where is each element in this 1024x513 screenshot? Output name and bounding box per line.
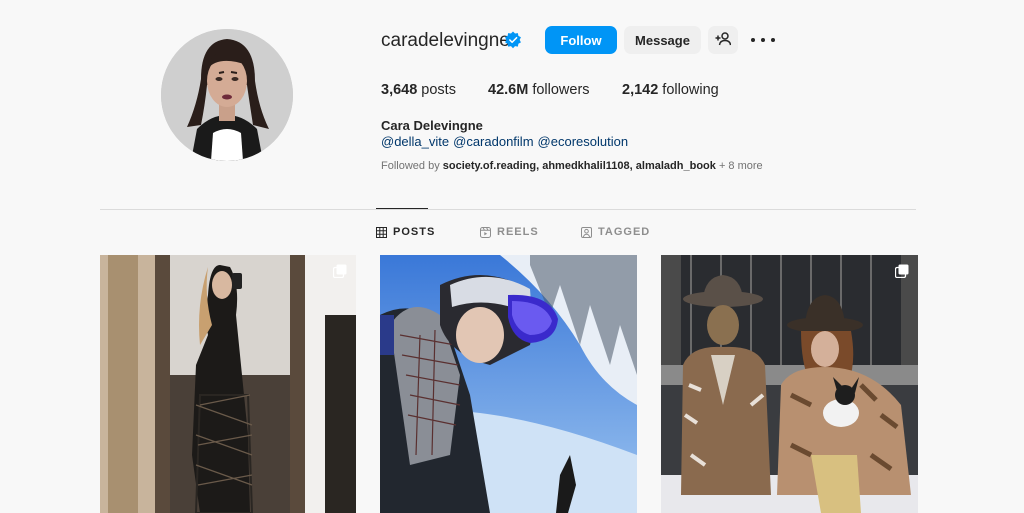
followed-by-account[interactable]: almaladh_book <box>636 160 716 172</box>
followed-by[interactable]: Followed by society.of.reading, ahmedkha… <box>381 160 763 172</box>
follow-button[interactable]: Follow <box>545 26 617 54</box>
followed-by-account[interactable]: society.of.reading <box>443 160 536 172</box>
post-thumbnail[interactable] <box>100 255 356 513</box>
carousel-icon <box>333 264 347 278</box>
post-thumbnail[interactable] <box>380 255 637 513</box>
post-thumbnail[interactable] <box>661 255 918 513</box>
profile-full-name: Cara Delevingne <box>381 118 483 133</box>
profile-avatar[interactable] <box>161 29 293 161</box>
add-user-icon <box>715 31 732 49</box>
grid-icon <box>376 226 387 238</box>
tab-reels[interactable]: REELS <box>480 226 539 238</box>
following-count[interactable]: 2,142 following <box>622 82 719 98</box>
active-tab-indicator <box>376 208 428 209</box>
followed-by-account[interactable]: ahmedkhalil1108 <box>542 160 629 172</box>
section-divider <box>100 209 916 210</box>
tab-tagged[interactable]: TAGGED <box>581 226 650 238</box>
verified-badge-icon <box>504 31 522 49</box>
profile-username: caradelevingne <box>381 30 510 51</box>
suggested-users-button[interactable] <box>708 26 738 54</box>
followers-count[interactable]: 42.6M followers <box>488 82 590 98</box>
posts-count: 3,648 posts <box>381 82 456 98</box>
message-button[interactable]: Message <box>624 26 701 54</box>
tagged-icon <box>581 226 592 238</box>
bio-link[interactable]: @ecoresolution <box>538 134 629 149</box>
bio-links: @della_vite @caradonfilm @ecoresolution <box>381 134 628 149</box>
carousel-icon <box>895 264 909 278</box>
bio-link[interactable]: @caradonfilm <box>453 134 533 149</box>
followed-by-more[interactable]: + 8 more <box>719 160 763 172</box>
bio-link[interactable]: @della_vite <box>381 134 449 149</box>
tab-posts[interactable]: POSTS <box>376 226 435 238</box>
more-options-icon[interactable] <box>751 30 775 50</box>
reels-icon <box>480 226 491 238</box>
